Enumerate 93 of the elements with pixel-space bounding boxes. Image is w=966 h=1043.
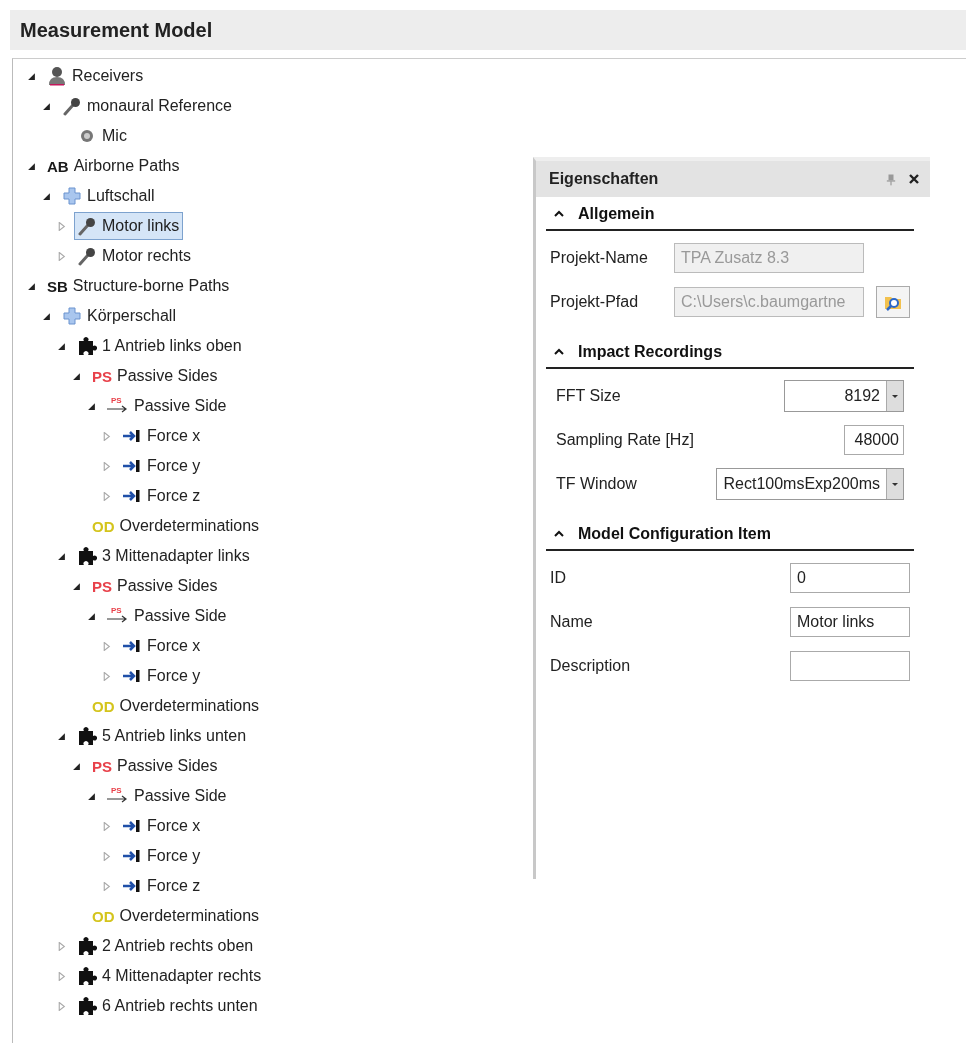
tree-item[interactable]: Mic	[74, 122, 131, 150]
field-label: ID	[550, 569, 567, 587]
collapse-arrow-icon[interactable]	[27, 281, 36, 291]
tree-item[interactable]: Force z	[119, 872, 205, 900]
tree-item[interactable]: 5 Antrieb links unten	[74, 722, 251, 750]
field-label: FFT Size	[555, 387, 621, 405]
collapse-arrow-icon[interactable]	[57, 551, 66, 561]
caret-icon	[891, 481, 899, 487]
tree-item[interactable]: Force y	[119, 662, 205, 690]
badge-label: PS	[92, 367, 112, 385]
collapse-caret-icon[interactable]	[554, 530, 564, 538]
tree-item[interactable]: PS Passive Side	[104, 392, 231, 420]
tree-item[interactable]: PS Passive Sides	[89, 752, 222, 780]
puzzle-icon	[77, 546, 97, 566]
panel-title: Measurement Model	[20, 18, 213, 42]
tree-item[interactable]: Motor rechts	[74, 242, 195, 270]
collapse-arrow-icon[interactable]	[87, 401, 96, 411]
close-icon[interactable]	[908, 173, 920, 185]
field-label: TF Window	[555, 475, 637, 493]
badge-label: PS	[92, 577, 112, 595]
tree-item[interactable]: PS Passive Sides	[89, 362, 222, 390]
tree-item[interactable]: 3 Mittenadapter links	[74, 542, 254, 570]
badge-label: OD	[92, 907, 115, 925]
input-field[interactable]: Motor links	[790, 607, 910, 637]
tree-item[interactable]: Force x	[119, 632, 205, 660]
badge-label: OD	[92, 697, 115, 715]
tree-item[interactable]: Luftschall	[59, 182, 159, 210]
collapse-arrow-icon[interactable]	[42, 191, 51, 201]
tree-item[interactable]: monaural Reference	[59, 92, 236, 120]
collapse-arrow-icon[interactable]	[57, 731, 66, 741]
dropdown[interactable]: Rect100msExp200ms	[716, 468, 904, 500]
tree-item[interactable]: Körperschall	[59, 302, 180, 330]
collapse-arrow-icon[interactable]	[87, 611, 96, 621]
collapse-caret-icon[interactable]	[554, 210, 564, 218]
plus-icon	[62, 306, 82, 326]
input-field[interactable]: 0	[790, 563, 910, 593]
collapse-arrow-icon[interactable]	[72, 761, 81, 771]
collapse-arrow-icon[interactable]	[27, 161, 36, 171]
collapse-arrow-icon[interactable]	[27, 71, 36, 81]
badge-label: SB	[47, 277, 68, 295]
collapse-caret-icon[interactable]	[554, 348, 564, 356]
tree-item[interactable]: Force z	[119, 482, 205, 510]
tree-item[interactable]: OD Overdeterminations	[89, 512, 264, 540]
tree-item[interactable]: OD Overdeterminations	[89, 902, 264, 930]
collapse-arrow-icon[interactable]	[87, 791, 96, 801]
input-field[interactable]	[790, 651, 910, 681]
badge-label: OD	[92, 517, 115, 535]
puzzle-icon	[77, 966, 97, 986]
badge-label: PS	[92, 757, 112, 775]
puzzle-icon	[77, 936, 97, 956]
panel-title: Eigenschaften	[549, 170, 659, 188]
field-label: Sampling Rate [Hz]	[555, 431, 694, 449]
section-title: Impact Recordings	[578, 343, 723, 361]
tree-item[interactable]: OD Overdeterminations	[89, 692, 264, 720]
section-title: Model Configuration Item	[578, 525, 771, 543]
collapse-arrow-icon[interactable]	[42, 101, 51, 111]
input-field[interactable]: 48000	[844, 425, 904, 455]
plus-icon	[62, 186, 82, 206]
badge-label: AB	[47, 157, 69, 175]
tree-item[interactable]: 2 Antrieb rechts oben	[74, 932, 258, 960]
tree-item[interactable]: 4 Mittenadapter rechts	[74, 962, 266, 990]
collapse-arrow-icon[interactable]	[72, 371, 81, 381]
puzzle-icon	[77, 996, 97, 1016]
puzzle-icon	[77, 726, 97, 746]
field-label: Name	[550, 613, 594, 631]
dropdown[interactable]: 8192	[784, 380, 904, 412]
collapse-arrow-icon[interactable]	[57, 341, 66, 351]
puzzle-icon	[77, 336, 97, 356]
tree-item[interactable]: PS Passive Side	[104, 782, 231, 810]
person-icon	[47, 66, 67, 86]
tree-item[interactable]: PS Passive Side	[104, 602, 231, 630]
tree-item[interactable]: Force x	[119, 422, 205, 450]
tree-item[interactable]: 6 Antrieb rechts unten	[74, 992, 262, 1020]
collapse-arrow-icon[interactable]	[42, 311, 51, 321]
tree-item[interactable]: Receivers	[44, 62, 148, 90]
microphone-icon	[77, 246, 97, 266]
tree-item[interactable]: 1 Antrieb links oben	[74, 332, 246, 360]
field-label: Description	[550, 657, 632, 675]
microphone-icon	[77, 216, 97, 236]
caret-icon	[891, 393, 899, 399]
tree-item[interactable]: PS Passive Sides	[89, 572, 222, 600]
tree-item[interactable]: Force y	[119, 452, 205, 480]
tree-item[interactable]: AB Airborne Paths	[44, 152, 184, 180]
collapse-arrow-icon[interactable]	[72, 581, 81, 591]
browse-button[interactable]	[876, 286, 910, 318]
tree-item[interactable]: Force y	[119, 842, 205, 870]
section-title: Allgemein	[578, 205, 655, 223]
field-label: Projekt-Name	[550, 249, 649, 267]
tree-item[interactable]: SB Structure-borne Paths	[44, 272, 234, 300]
microphone-icon	[62, 96, 82, 116]
field-label: Projekt-Pfad	[550, 293, 640, 311]
tree-item[interactable]: Force x	[119, 812, 205, 840]
tree-item[interactable]: Motor links	[74, 212, 184, 240]
